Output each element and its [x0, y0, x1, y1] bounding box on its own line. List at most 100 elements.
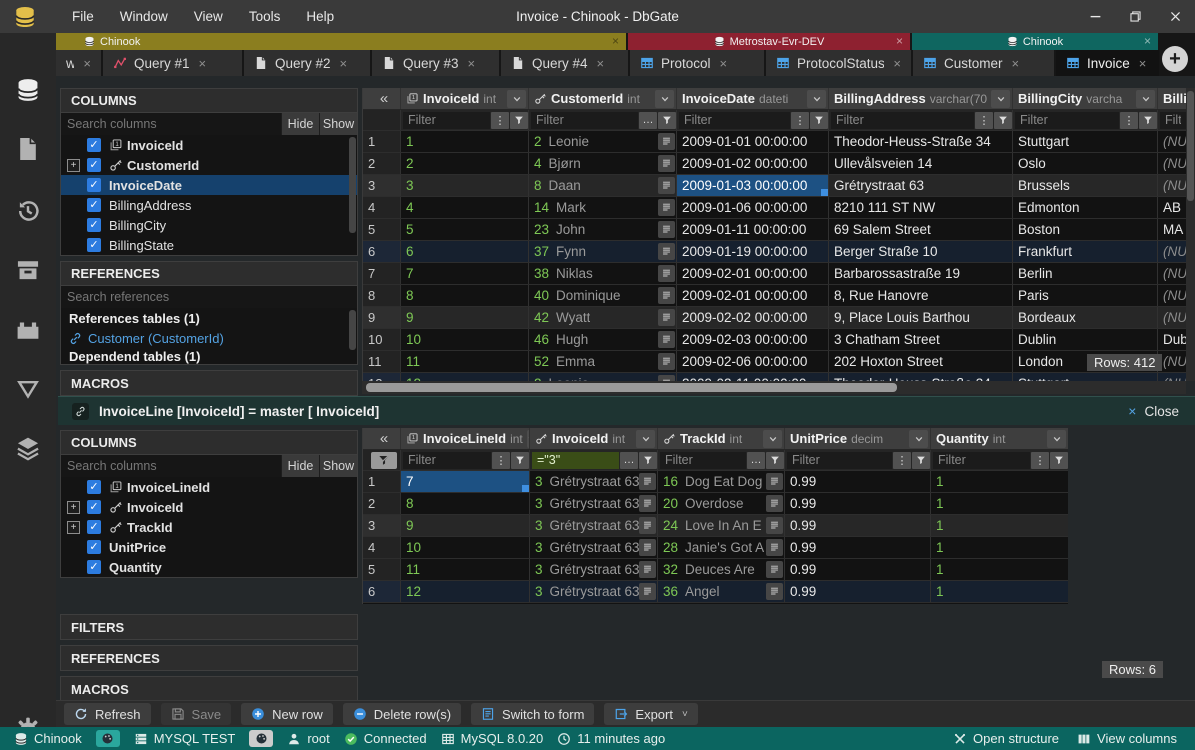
detail-columns-section-header[interactable]: COLUMNS	[61, 431, 357, 455]
row-detail-icon[interactable]	[658, 287, 675, 304]
column-item-unitprice[interactable]: ✓UnitPrice	[61, 537, 357, 557]
column-item-trackid[interactable]: +✓TrackId	[61, 517, 357, 537]
cell-billingaddress[interactable]: Theodor-Heuss-Straße 34	[829, 373, 1013, 381]
collapse-left-panel-button[interactable]: «	[363, 88, 401, 109]
expand-icon[interactable]: +	[67, 159, 80, 172]
cell-customerid[interactable]: 42Wyatt	[529, 307, 677, 328]
cell-unitprice[interactable]: 0.99	[785, 581, 931, 602]
tab-group-close-icon[interactable]: ×	[1144, 34, 1151, 48]
cell-invoiceid[interactable]: 4	[401, 197, 529, 218]
tab-close-icon[interactable]: ×	[720, 56, 728, 71]
cell-quantity[interactable]: 1	[931, 515, 1068, 536]
row-detail-icon[interactable]	[639, 517, 656, 534]
column-header-invoicelineid[interactable]: 1InvoiceLineIdint	[401, 428, 530, 449]
tab-wee[interactable]: wee×	[56, 50, 101, 76]
cell-customerid[interactable]: 8Daan	[529, 175, 677, 196]
menu-window[interactable]: Window	[107, 0, 181, 33]
status-view-columns[interactable]: View columns	[1077, 731, 1177, 746]
filter-funnel-button[interactable]	[1139, 112, 1157, 129]
column-checkbox[interactable]: ✓	[87, 480, 101, 494]
cell-unitprice[interactable]: 0.99	[785, 515, 931, 536]
cell-billingcity[interactable]: Brussels	[1013, 175, 1158, 196]
row-detail-icon[interactable]	[658, 199, 675, 216]
row-number[interactable]: 2	[363, 153, 401, 174]
cell-billingstate[interactable]: Dublin	[1158, 329, 1186, 350]
column-menu-button[interactable]	[1136, 90, 1155, 108]
filter-menu-button[interactable]: ⋮	[893, 452, 911, 469]
row-number[interactable]: 10	[363, 329, 401, 350]
cell-customerid[interactable]: 4Bjørn	[529, 153, 677, 174]
cell-trackid[interactable]: 20Overdose	[658, 493, 785, 514]
column-header-invoiceid[interactable]: 1InvoiceIdint	[401, 88, 529, 109]
tab-group-1[interactable]: Chinook×	[56, 33, 626, 50]
filter-funnel-button[interactable]	[994, 112, 1012, 129]
column-header-billingaddress[interactable]: BillingAddressvarchar(70	[829, 88, 1013, 109]
cell-billingcity[interactable]: Stuttgart	[1013, 131, 1158, 152]
filter-menu-button[interactable]: ⋮	[1120, 112, 1138, 129]
refresh-button[interactable]: Refresh	[64, 703, 151, 725]
cell-invoicelineid[interactable]: 7	[401, 471, 530, 492]
filter-input[interactable]	[679, 112, 790, 129]
cell-invoiceid[interactable]: 8	[401, 285, 529, 306]
column-menu-button[interactable]	[807, 90, 826, 108]
tab-query-1[interactable]: Query #1×	[103, 50, 242, 76]
row-detail-icon[interactable]	[639, 561, 656, 578]
cell-invoiceid[interactable]: 3Grétrystraat 63	[530, 515, 658, 536]
column-menu-button[interactable]	[655, 90, 674, 108]
cell-billingcity[interactable]: Frankfurt	[1013, 241, 1158, 262]
cell-invoiceid[interactable]: 1	[401, 131, 529, 152]
cell-unitprice[interactable]: 0.99	[785, 493, 931, 514]
row-detail-icon[interactable]	[658, 331, 675, 348]
status-chinook[interactable]: Chinook	[14, 731, 82, 746]
tab-close-icon[interactable]: ×	[199, 56, 207, 71]
filter-input[interactable]	[1015, 112, 1119, 129]
cell-customerid[interactable]: 23John	[529, 219, 677, 240]
row-number[interactable]: 5	[363, 219, 401, 240]
list-scrollbar[interactable]	[349, 310, 356, 350]
column-checkbox[interactable]: ✓	[87, 560, 101, 574]
connection-color-swatch[interactable]	[96, 730, 120, 747]
close-button[interactable]	[1155, 0, 1195, 33]
tab-group-close-icon[interactable]: ×	[896, 34, 903, 48]
cell-invoicedate[interactable]: 2009-01-02 00:00:00	[677, 153, 829, 174]
rail-layers-icon[interactable]	[15, 435, 41, 461]
filter-input[interactable]	[933, 452, 1030, 469]
cell-invoiceid[interactable]: 11	[401, 351, 529, 372]
cell-invoicedate[interactable]: 2009-01-01 00:00:00	[677, 131, 829, 152]
collapse-icon[interactable]: «	[368, 430, 400, 447]
cell-invoiceid[interactable]: 12	[401, 373, 529, 381]
cell-invoicedate[interactable]: 2009-02-01 00:00:00	[677, 285, 829, 306]
row-detail-icon[interactable]	[658, 221, 675, 238]
filter-input[interactable]	[532, 452, 619, 469]
column-checkbox[interactable]: ✓	[87, 138, 101, 152]
column-item-billingaddress[interactable]: ✓BillingAddress	[61, 195, 357, 215]
column-checkbox[interactable]: ✓	[87, 198, 101, 212]
row-detail-icon[interactable]	[658, 265, 675, 282]
row-detail-icon[interactable]	[658, 353, 675, 370]
rail-database-icon[interactable]	[15, 77, 41, 103]
detail-filters-section-header[interactable]: FILTERS	[61, 615, 357, 639]
tab-close-icon[interactable]: ×	[83, 56, 91, 71]
maximize-button[interactable]	[1115, 0, 1155, 33]
cell-invoiceid[interactable]: 7	[401, 263, 529, 284]
cell-customerid[interactable]: 52Emma	[529, 351, 677, 372]
clear-filters-button[interactable]	[371, 452, 397, 469]
cell-invoicedate[interactable]: 2009-02-01 00:00:00	[677, 263, 829, 284]
scrollbar-thumb[interactable]	[1187, 91, 1194, 201]
detail-macros-section-header[interactable]: MACROS	[61, 677, 357, 701]
columns-show-button[interactable]: Show	[319, 113, 357, 135]
tab-close-icon[interactable]: ×	[1139, 56, 1147, 71]
cell-billingstate[interactable]: (NULL)	[1158, 263, 1186, 284]
column-checkbox[interactable]: ✓	[87, 238, 101, 252]
column-checkbox[interactable]: ✓	[87, 520, 101, 534]
row-detail-icon[interactable]	[766, 539, 783, 556]
cell-customerid[interactable]: 40Dominique	[529, 285, 677, 306]
tab-close-icon[interactable]: ×	[468, 56, 476, 71]
column-menu-button[interactable]	[636, 430, 655, 448]
tab-invoice[interactable]: Invoice×	[1056, 50, 1159, 76]
column-checkbox[interactable]: ✓	[87, 500, 101, 514]
cell-quantity[interactable]: 1	[931, 559, 1068, 580]
row-number[interactable]: 9	[363, 307, 401, 328]
row-number[interactable]: 6	[363, 241, 401, 262]
row-number[interactable]: 4	[363, 537, 401, 558]
